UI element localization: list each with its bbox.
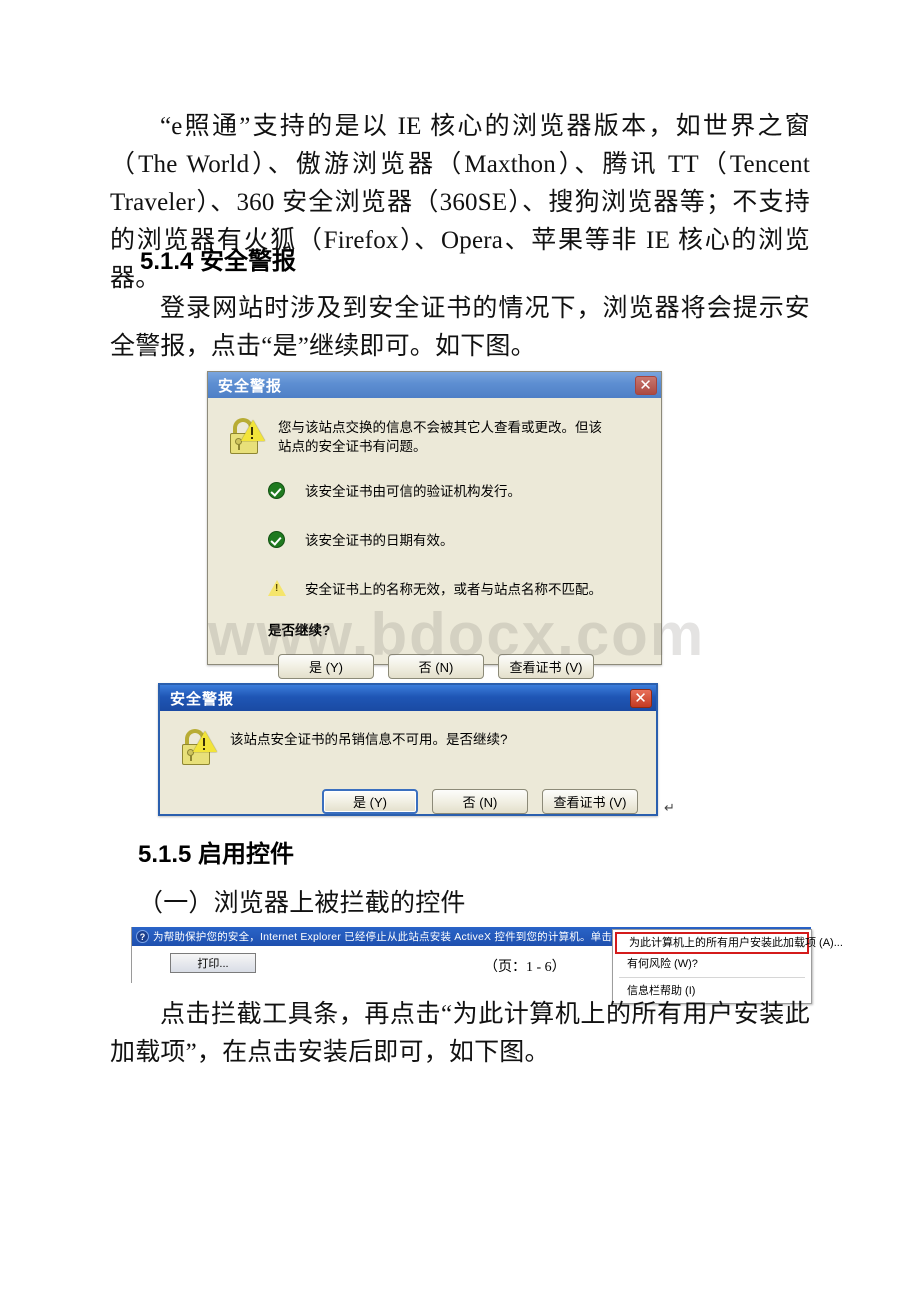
close-icon[interactable]: ✕	[635, 375, 657, 395]
dialog2-titlebar: 安全警报 ✕	[160, 685, 656, 711]
dialog1-message: 您与该站点交换的信息不会被其它人查看或更改。但该站点的安全证书有问题。	[278, 420, 602, 454]
dialog2-title: 安全警报	[170, 690, 235, 708]
section-heading-5-1-5: 5.1.5 启用控件	[138, 841, 295, 868]
warning-triangle-icon	[268, 580, 286, 596]
view-certificate-button[interactable]: 查看证书 (V)	[498, 654, 594, 679]
yes-button[interactable]: 是 (Y)	[322, 789, 418, 814]
status-item-issuer: 该安全证书由可信的验证机构发行。	[268, 482, 649, 501]
dialog2-message-row: 该站点安全证书的吊销信息不可用。是否继续?	[172, 721, 644, 767]
dialog2-body: 该站点安全证书的吊销信息不可用。是否继续? 是 (Y) 否 (N) 查看证书 (…	[160, 711, 656, 814]
section-heading-5-1-4: 5.1.4 安全警报	[140, 248, 297, 275]
status-item-label: 安全证书上的名称无效，或者与站点名称不匹配。	[305, 582, 602, 597]
dialog1-titlebar: 安全警报 ✕	[208, 372, 661, 398]
dialog1-status-list: 该安全证书由可信的验证机构发行。 该安全证书的日期有效。 安全证书上的名称无效，…	[220, 456, 649, 599]
dialog1-body: 您与该站点交换的信息不会被其它人查看或更改。但该站点的安全证书有问题。 该安全证…	[208, 398, 661, 679]
lock-warning-icon	[228, 416, 266, 456]
check-circle-icon	[268, 482, 285, 499]
ie-infobar-context-menu: 为此计算机上的所有用户安装此加载项 (A)... 有何风险 (W)? 信息栏帮助…	[612, 929, 843, 1004]
check-circle-icon	[268, 531, 285, 548]
paragraph-mark-icon: ↵	[664, 800, 675, 815]
dialog1-message-row: 您与该站点交换的信息不会被其它人查看或更改。但该站点的安全证书有问题。	[220, 408, 649, 456]
page-range-label: （页：1 - 6）	[484, 960, 566, 975]
ie-information-bar-text: 为帮助保护您的安全，Internet Explorer 已经停止从此站点安装 A…	[153, 931, 686, 943]
menu-item-install-addon[interactable]: 为此计算机上的所有用户安装此加载项 (A)...	[615, 932, 843, 954]
menu-item-whats-the-risk[interactable]: 有何风险 (W)?	[613, 954, 811, 974]
section-5-1-4-paragraph: 登录网站时涉及到安全证书的情况下，浏览器将会提示安全警报，点击“是”继续即可。如…	[110, 295, 810, 360]
status-item-name-mismatch: 安全证书上的名称无效，或者与站点名称不匹配。	[268, 580, 649, 599]
dialog1-button-row: 是 (Y) 否 (N) 查看证书 (V)	[220, 640, 649, 679]
dialog2-message: 该站点安全证书的吊销信息不可用。是否继续?	[230, 732, 508, 747]
menu-separator	[619, 977, 805, 978]
dialog1-title: 安全警报	[218, 377, 283, 395]
view-certificate-button[interactable]: 查看证书 (V)	[542, 789, 638, 814]
section-5-1-5-subheading: （一）浏览器上被拦截的控件	[138, 890, 466, 917]
status-item-label: 该安全证书的日期有效。	[305, 533, 454, 548]
question-mark-icon: ?	[136, 930, 149, 943]
no-button[interactable]: 否 (N)	[388, 654, 484, 679]
security-alert-dialog-detailed: 安全警报 ✕ 您与该站点交换的信息不会被其它人查看或更改。但该站点的安全证书有问…	[207, 371, 662, 679]
lock-warning-icon	[180, 727, 218, 767]
status-item-date: 该安全证书的日期有效。	[268, 531, 649, 550]
print-button[interactable]: 打印...	[170, 953, 256, 973]
close-icon[interactable]: ✕	[630, 688, 652, 708]
no-button[interactable]: 否 (N)	[432, 789, 528, 814]
dialog2-button-row: 是 (Y) 否 (N) 查看证书 (V)	[172, 767, 644, 814]
dialog1-prompt: 是否继续?	[268, 623, 331, 638]
section-5-1-5-paragraph: 点击拦截工具条，再点击“为此计算机上的所有用户安装此加载项”，在点击安装后即可，…	[110, 1001, 810, 1066]
yes-button[interactable]: 是 (Y)	[278, 654, 374, 679]
document-page: “e照通”支持的是以 IE 核心的浏览器版本，如世界之窗（The World）、…	[0, 0, 920, 1302]
security-alert-dialog-revocation: 安全警报 ✕ 该站点安全证书的吊销信息不可用。是否继续? 是 (Y) 否 (N)	[158, 683, 658, 816]
status-item-label: 该安全证书由可信的验证机构发行。	[305, 484, 521, 499]
